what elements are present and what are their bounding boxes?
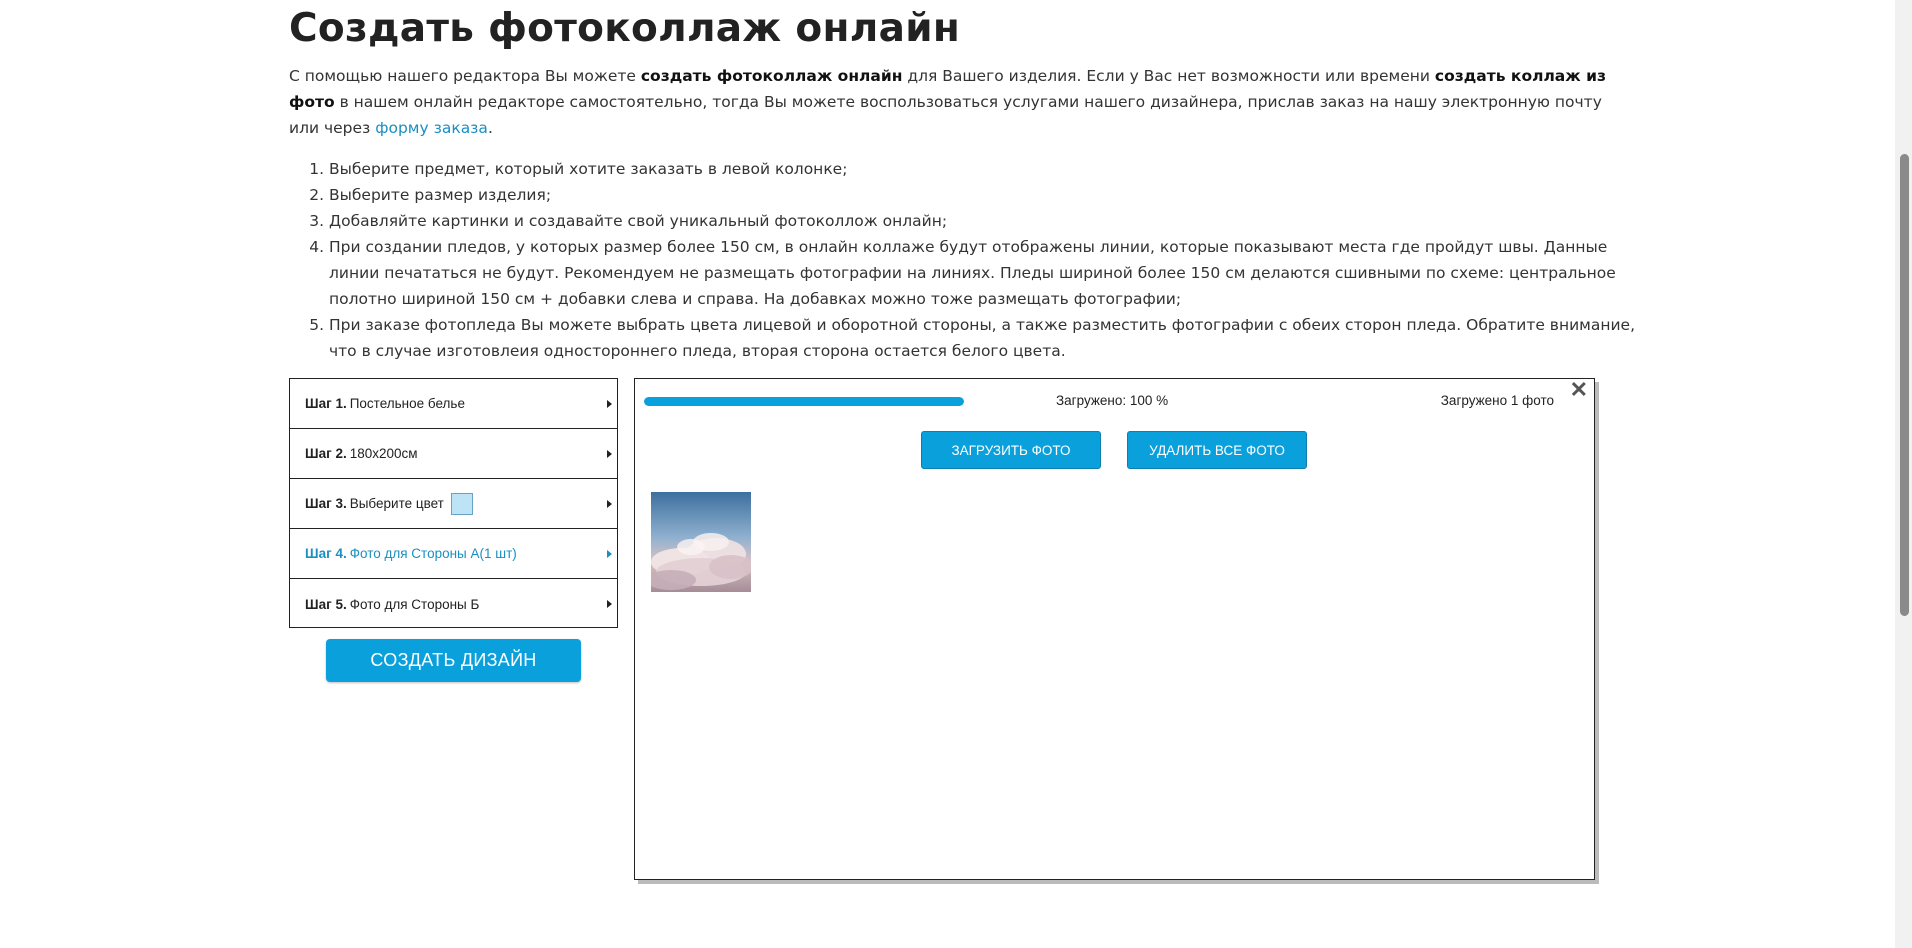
caret-right-icon — [607, 499, 612, 508]
caret-right-icon — [607, 449, 612, 458]
step-value: Фото для Стороны Б — [349, 596, 480, 612]
instruction-item: Добавляйте картинки и создавайте свой ун… — [329, 208, 1649, 234]
page-scrollbar[interactable] — [1895, 0, 1912, 948]
step-value: Выберите цвет — [349, 496, 444, 511]
wizard-step-1[interactable]: Шаг 1. Постельное белье — [290, 379, 617, 429]
delete-all-photos-button[interactable]: УДАЛИТЬ ВСЕ ФОТО — [1127, 431, 1307, 469]
intro-bold: создать фотоколлаж онлайн — [640, 67, 903, 85]
caret-right-icon — [607, 549, 612, 558]
instructions-list: Выберите предмет, который хотите заказат… — [289, 156, 1649, 364]
loaded-count-text: Загружено 1 фото — [1440, 393, 1554, 408]
wizard-step-5[interactable]: Шаг 5. Фото для Стороны Б — [290, 579, 617, 629]
instruction-item: При создании пледов, у которых размер бо… — [329, 234, 1649, 312]
step-number: Шаг 2. — [305, 446, 347, 461]
step-value: Постельное белье — [349, 396, 465, 411]
photo-thumbnail[interactable] — [651, 492, 751, 592]
upload-photo-button[interactable]: ЗАГРУЗИТЬ ФОТО — [921, 431, 1101, 469]
step-number: Шаг 3. — [305, 496, 347, 511]
instruction-item: При заказе фотопледа Вы можете выбрать ц… — [329, 312, 1649, 364]
order-form-link[interactable]: форму заказа — [375, 119, 488, 137]
intro-part: для Вашего изделия. Если у Вас нет возмо… — [902, 67, 1435, 85]
step-value: 180x200см — [349, 446, 418, 461]
step-number: Шаг 4. — [305, 546, 347, 561]
step-value: Фото для Стороны А(1 шт) — [349, 546, 517, 561]
page-title: Создать фотоколлаж онлайн — [289, 6, 961, 51]
upload-progress-bar — [644, 397, 964, 406]
caret-right-icon — [607, 399, 612, 408]
upload-panel: Загружено: 100 % Загружено 1 фото ✕ ЗАГР… — [634, 378, 1595, 880]
intro-part: . — [487, 119, 493, 137]
intro-text: С помощью нашего редактора Вы можете соз… — [289, 63, 1609, 141]
intro-part: С помощью нашего редактора Вы можете — [289, 67, 641, 85]
caret-right-icon — [607, 600, 612, 608]
wizard-step-4[interactable]: Шаг 4. Фото для Стороны А(1 шт) — [290, 529, 617, 579]
color-swatch[interactable] — [450, 492, 473, 515]
loaded-percent-text: Загружено: 100 % — [1056, 393, 1169, 408]
instruction-item: Выберите предмет, который хотите заказат… — [329, 156, 1649, 182]
scrollbar-thumb[interactable] — [1900, 154, 1909, 616]
step-number: Шаг 5. — [305, 596, 347, 612]
step-number: Шаг 1. — [305, 396, 347, 411]
upload-progress-fill — [644, 397, 964, 406]
instruction-item: Выберите размер изделия; — [329, 182, 1649, 208]
wizard-step-3[interactable]: Шаг 3. Выберите цвет — [290, 479, 617, 529]
close-icon[interactable]: ✕ — [1570, 379, 1588, 401]
clouds-sky-photo — [651, 492, 751, 592]
wizard-step-2[interactable]: Шаг 2. 180x200см — [290, 429, 617, 479]
create-design-button[interactable]: СОЗДАТЬ ДИЗАЙН — [326, 639, 581, 682]
wizard-steps: Шаг 1. Постельное белье Шаг 2. 180x200см… — [289, 378, 618, 628]
